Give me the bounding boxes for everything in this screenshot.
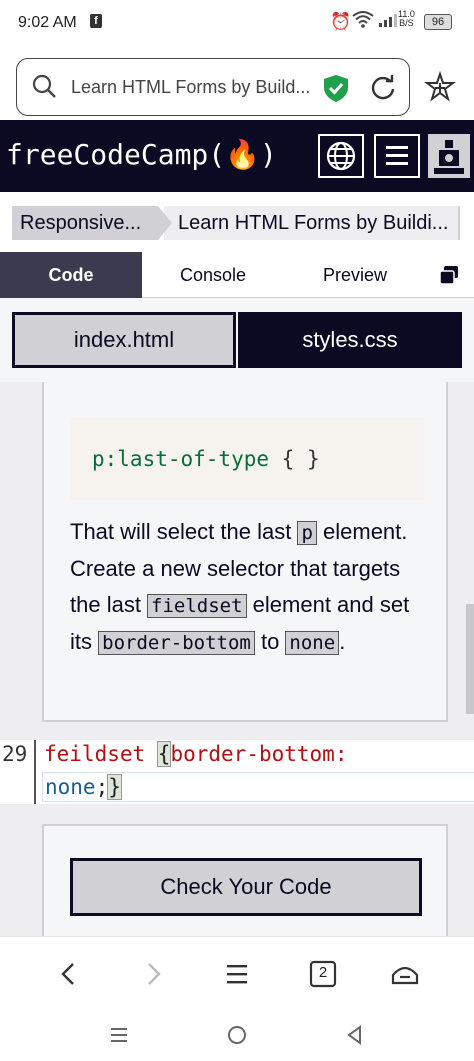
code-none: none — [285, 631, 340, 655]
menu-button[interactable] — [374, 134, 420, 178]
active-line[interactable]: none;} — [42, 772, 474, 802]
tab-switcher-button[interactable]: 2 — [306, 957, 340, 991]
code-fieldset: fieldset — [147, 594, 247, 618]
back-icon[interactable] — [52, 957, 86, 991]
tab-code[interactable]: Code — [0, 252, 142, 298]
line-number: 29 — [2, 742, 28, 766]
scrollbar-thumb[interactable] — [466, 604, 474, 714]
back-triangle-icon[interactable] — [340, 1020, 370, 1050]
tab-preview[interactable]: Preview — [284, 252, 426, 298]
language-globe-button[interactable] — [318, 134, 364, 178]
check-panel: Check Your Code — [42, 824, 448, 936]
hamburger-icon — [386, 146, 408, 165]
url-text[interactable]: Learn HTML Forms by Build... — [71, 77, 310, 98]
wifi-icon — [352, 10, 374, 33]
system-navigation-bar — [0, 1008, 474, 1061]
tab-count: 2 — [318, 964, 328, 981]
alarm-icon: ⏰ — [330, 12, 352, 31]
freecodecamp-navbar: freeCodeCamp(🔥) — [0, 120, 474, 192]
home-circle-icon[interactable] — [222, 1020, 252, 1050]
recent-apps-icon[interactable] — [104, 1020, 134, 1050]
shield-check-icon[interactable] — [321, 73, 351, 103]
browser-toolbar: 2 — [0, 936, 474, 1008]
file-tab-index-html[interactable]: index.html — [12, 312, 236, 368]
tab-console[interactable]: Console — [142, 252, 284, 298]
network-speed: 11.0 B/S — [398, 9, 415, 28]
signal-icon — [378, 12, 398, 31]
menu-lines-icon[interactable] — [220, 957, 254, 991]
editor-content: p:last-of-type { } That will select the … — [0, 382, 474, 936]
breadcrumb-section[interactable]: Responsive... — [12, 206, 172, 240]
breadcrumb-lesson[interactable]: Learn HTML Forms by Buildi... — [178, 206, 448, 240]
clock: 9:02 AM — [18, 14, 77, 31]
facebook-notification-icon: f — [90, 14, 102, 28]
reload-icon[interactable] — [369, 74, 397, 102]
example-code-block: p:last-of-type { } — [70, 418, 424, 500]
check-your-code-button[interactable]: Check Your Code — [70, 858, 422, 916]
new-tab-plus-icon[interactable] — [422, 70, 458, 106]
instructions-panel: p:last-of-type { } That will select the … — [42, 382, 448, 722]
breadcrumb: Responsive... Learn HTML Forms by Buildi… — [0, 192, 474, 254]
home-icon[interactable] — [388, 957, 422, 991]
file-tabs: index.html styles.css — [0, 298, 474, 382]
globe-icon — [326, 141, 356, 171]
code-editor[interactable]: 29 feildset {border-bottom: none;} — [0, 740, 474, 804]
instructions-text: That will select the last p element. Cre… — [70, 519, 410, 655]
search-icon — [32, 74, 56, 98]
editor-tabs: Code Console Preview — [0, 252, 474, 298]
battery-indicator: 96 — [424, 14, 452, 30]
user-avatar[interactable] — [428, 134, 470, 178]
code-line[interactable]: feildset {border-bottom: none;} — [34, 740, 474, 804]
forward-icon[interactable] — [136, 957, 170, 991]
freecodecamp-logo[interactable]: freeCodeCamp(🔥) — [6, 138, 277, 171]
file-tab-styles-css[interactable]: styles.css — [238, 312, 462, 368]
code-p: p — [297, 521, 317, 545]
address-bar[interactable]: Learn HTML Forms by Build... — [16, 58, 410, 116]
code-border-bottom: border-bottom — [98, 631, 255, 655]
popout-window-icon[interactable] — [438, 264, 460, 286]
status-bar: 9:02 AM f ⏰ 11.0 B/S 96 — [0, 0, 474, 48]
